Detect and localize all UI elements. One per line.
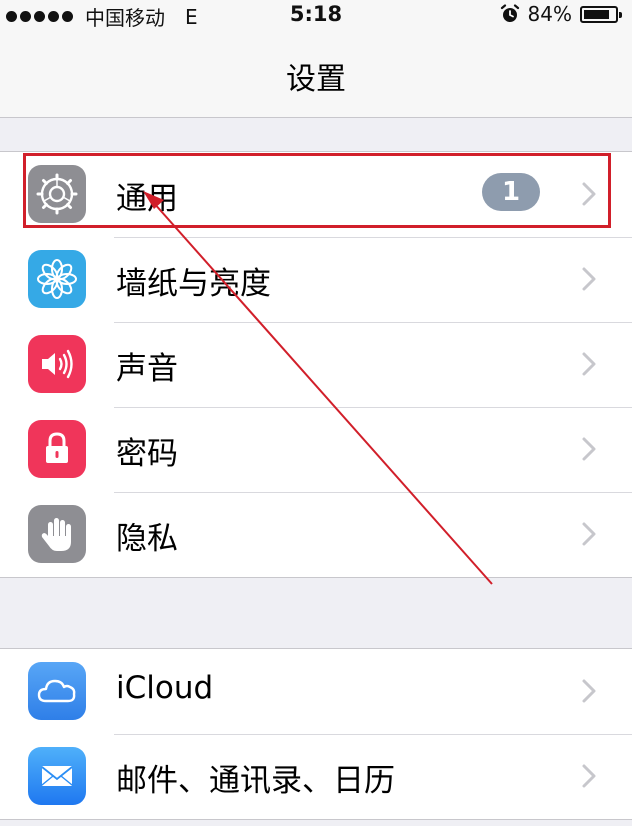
- settings-row-icloud[interactable]: iCloud: [0, 649, 632, 734]
- row-label-wallpaper-brightness: 墙纸与亮度: [116, 266, 271, 302]
- cloud-icon: [28, 662, 86, 720]
- status-right: 84%: [500, 2, 622, 26]
- settings-group-1: 通用 1 墙纸与亮度 声音 密码 隐私: [0, 151, 632, 578]
- row-label-sounds: 声音: [116, 351, 178, 387]
- speaker-icon: [28, 335, 86, 393]
- chevron-right-icon: [582, 522, 596, 546]
- row-label-mail-contacts-calendars: 邮件、通讯录、日历: [116, 763, 395, 799]
- page-title: 设置: [286, 62, 346, 97]
- alarm-icon: [500, 4, 519, 22]
- settings-row-passcode[interactable]: 密码: [0, 407, 632, 492]
- battery-icon: [580, 5, 622, 23]
- chevron-right-icon: [582, 182, 596, 206]
- status-bar: 中国移动 E 5:18 84%: [0, 0, 632, 30]
- battery-percent: 84%: [527, 2, 572, 26]
- chevron-right-icon: [582, 764, 596, 788]
- lock-icon: [28, 420, 86, 478]
- settings-group-2: iCloud 邮件、通讯录、日历: [0, 648, 632, 820]
- row-label-icloud: iCloud: [116, 670, 214, 706]
- settings-row-wallpaper-brightness[interactable]: 墙纸与亮度: [0, 237, 632, 322]
- settings-row-mail-contacts-calendars[interactable]: 邮件、通讯录、日历: [0, 734, 632, 819]
- battery-fill: [584, 9, 610, 19]
- chevron-right-icon: [582, 267, 596, 291]
- row-label-privacy: 隐私: [116, 521, 178, 557]
- gear-icon: [28, 165, 86, 223]
- row-label-passcode: 密码: [116, 436, 178, 472]
- settings-row-sounds[interactable]: 声音: [0, 322, 632, 407]
- nav-bar: 设置: [0, 30, 632, 118]
- flower-icon: [28, 250, 86, 308]
- notification-badge: 1: [482, 173, 540, 211]
- row-label-general: 通用: [116, 181, 178, 217]
- hand-icon: [28, 505, 86, 563]
- envelope-icon: [28, 747, 86, 805]
- chevron-right-icon: [582, 352, 596, 376]
- chevron-right-icon: [582, 437, 596, 461]
- settings-row-general[interactable]: 通用 1: [0, 152, 632, 237]
- settings-row-privacy[interactable]: 隐私: [0, 492, 632, 577]
- chevron-right-icon: [582, 679, 596, 703]
